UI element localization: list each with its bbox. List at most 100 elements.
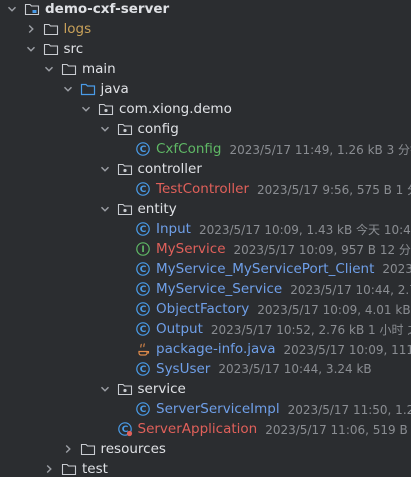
folder-icon	[43, 41, 59, 57]
chevron-right-icon[interactable]	[41, 461, 57, 477]
module-folder-icon	[24, 1, 40, 17]
package-icon	[117, 381, 133, 397]
tree-node[interactable]: src	[0, 39, 411, 59]
file-meta: 2023/5/17 10:09, 4.01 kB 今天 10:44	[257, 302, 411, 317]
tree-node-label: entity	[137, 201, 177, 217]
chevron-down-icon[interactable]	[41, 61, 57, 77]
file-meta: 2023/5/17 10:09, 111 B 今天	[283, 342, 411, 357]
file-meta: 2023/5/17 10:52, 2.76 kB 1 小时 之前	[210, 322, 411, 337]
tree-node[interactable]: C ServerApplication 2023/5/17 11:06, 519 B…	[0, 419, 411, 439]
svg-text:C: C	[140, 305, 147, 315]
tree-node[interactable]: com.xiong.demo	[0, 99, 411, 119]
tree-node[interactable]: controller	[0, 159, 411, 179]
tree-node-label: demo-cxf-server	[45, 1, 170, 17]
file-meta: 2023/5/17 10:09, 957 B 12 分钟 之前	[233, 242, 411, 257]
tree-node[interactable]: C MyService_MyServicePort_Client 2023/5/17…	[0, 259, 411, 279]
tree-node-label: Output	[156, 321, 203, 337]
tree-node[interactable]: I MyService 2023/5/17 10:09, 957 B 12 分钟 之…	[0, 239, 411, 259]
tree-node[interactable]: C Input 2023/5/17 10:09, 1.43 kB 今天 10:44	[0, 219, 411, 239]
tree-node[interactable]: test	[0, 459, 411, 477]
tree-node[interactable]: C Output 2023/5/17 10:52, 2.76 kB 1 小时 之前	[0, 319, 411, 339]
project-tree: demo-cxf-server logs src main java com.xiong.…	[0, 0, 411, 477]
class-icon: C	[135, 181, 151, 197]
tree-node-label: main	[82, 61, 116, 77]
file-meta: 2023/5/17 11:49, 1.26 kB 3 分钟 之前	[229, 142, 411, 157]
class-icon: C	[135, 401, 151, 417]
chevron-down-icon[interactable]	[4, 1, 20, 17]
chevron-down-icon[interactable]	[23, 41, 39, 57]
svg-text:C: C	[140, 145, 147, 155]
chevron-right-icon[interactable]	[60, 441, 76, 457]
tree-node[interactable]: C MyService_Service 2023/5/17 10:44, 2.79 …	[0, 279, 411, 299]
class-icon: C	[135, 261, 151, 277]
tree-node[interactable]: main	[0, 59, 411, 79]
tree-node-label: ServerApplication	[137, 421, 258, 437]
chevron-down-icon[interactable]	[97, 381, 113, 397]
svg-text:C: C	[140, 325, 147, 335]
chevron-down-icon[interactable]	[97, 161, 113, 177]
tree-node[interactable]: package-info.java 2023/5/17 10:09, 111 B …	[0, 339, 411, 359]
tree-node-label: package-info.java	[156, 341, 276, 357]
tree-node-label: MyService_Service	[156, 281, 283, 297]
interface-icon: I	[135, 241, 151, 257]
tree-node[interactable]: java	[0, 79, 411, 99]
svg-text:C: C	[140, 365, 147, 375]
tree-node-label: resources	[100, 441, 166, 457]
tree-node[interactable]: service	[0, 379, 411, 399]
folder-icon	[80, 441, 96, 457]
folder-icon	[43, 21, 59, 37]
class-icon: C	[135, 301, 151, 317]
svg-text:C: C	[140, 265, 147, 275]
chevron-right-icon[interactable]	[23, 21, 39, 37]
chevron-down-icon[interactable]	[97, 201, 113, 217]
folder-icon	[61, 461, 77, 477]
tree-node-label: src	[63, 41, 84, 57]
tree-node[interactable]: resources	[0, 439, 411, 459]
package-icon	[117, 201, 133, 217]
tree-node[interactable]: demo-cxf-server	[0, 0, 411, 19]
tree-node-label: config	[137, 121, 179, 137]
file-meta: 2023/5/17 11:06, 519 B 4 分钟 之前	[265, 422, 411, 437]
package-icon	[117, 121, 133, 137]
class-icon: C	[135, 321, 151, 337]
chevron-down-icon[interactable]	[60, 81, 76, 97]
tree-node-label: CxfConfig	[156, 141, 222, 157]
tree-node-label: controller	[137, 161, 202, 177]
class-icon: C	[135, 141, 151, 157]
tree-node[interactable]: C ServerServiceImpl 2023/5/17 11:50, 1.22 …	[0, 399, 411, 419]
tree-node[interactable]: entity	[0, 199, 411, 219]
folder-icon	[61, 61, 77, 77]
svg-text:C: C	[140, 285, 147, 295]
tree-node[interactable]: config	[0, 119, 411, 139]
file-meta: 2023/5/17 11:50, 1.22 kB 今天	[287, 402, 411, 417]
tree-node[interactable]: logs	[0, 19, 411, 39]
tree-node[interactable]: C TestController 2023/5/17 9:56, 575 B 1 分…	[0, 179, 411, 199]
svg-text:C: C	[140, 405, 147, 415]
tree-node[interactable]: C ObjectFactory 2023/5/17 10:09, 4.01 kB 今…	[0, 299, 411, 319]
class-icon: C	[135, 221, 151, 237]
tree-node[interactable]: C CxfConfig 2023/5/17 11:49, 1.26 kB 3 分钟 …	[0, 139, 411, 159]
chevron-down-icon[interactable]	[97, 121, 113, 137]
class-icon: C	[135, 361, 151, 377]
tree-node-label: MyService_MyServicePort_Client	[156, 261, 375, 277]
package-icon	[98, 101, 114, 117]
tree-node-label: TestController	[156, 181, 249, 197]
tree-node-label: ObjectFactory	[156, 301, 250, 317]
tree-node-label: SysUser	[156, 361, 211, 377]
java-file-icon	[135, 341, 151, 357]
file-meta: 2023/5/17 10:44, 3.24 kB	[218, 362, 372, 376]
chevron-down-icon[interactable]	[78, 101, 94, 117]
spring-class-icon: C	[117, 421, 133, 437]
svg-text:C: C	[140, 225, 147, 235]
tree-node[interactable]: C SysUser 2023/5/17 10:44, 3.24 kB	[0, 359, 411, 379]
file-meta: 2023/5/17 9:56, 575 B 1 分钟 之前	[257, 182, 411, 197]
